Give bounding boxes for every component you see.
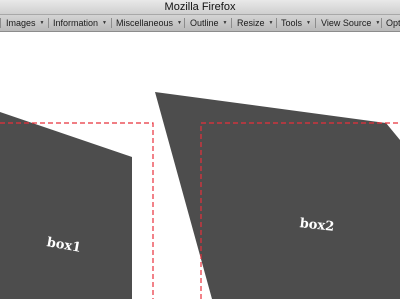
toolbar-menu-resize[interactable]: Resize ▼	[237, 15, 273, 31]
toolbar-menu-label: Miscellaneous	[116, 18, 174, 28]
toolbar-separator	[184, 18, 185, 28]
toolbar-separator	[111, 18, 112, 28]
dropdown-arrow-icon: ▼	[375, 20, 381, 26]
toolbar-menu-label: Information	[53, 18, 99, 28]
toolbar-menu-label: Resize	[237, 18, 265, 28]
browser-window: Mozilla Firefox Images ▼ Information ▼ Mis…	[0, 0, 400, 299]
dropdown-arrow-icon: ▼	[306, 20, 311, 26]
page-canvas: box1 box2	[0, 92, 400, 299]
dropdown-arrow-icon: ▼	[222, 20, 228, 26]
toolbar-menu-label: Outline	[190, 18, 219, 28]
dropdown-arrow-icon: ▼	[177, 20, 182, 26]
toolbar-menu-label: Images	[6, 18, 36, 28]
toolbar-separator	[315, 18, 316, 28]
toolbar-menu-outline[interactable]: Outline ▼	[190, 15, 227, 31]
toolbar-separator	[48, 18, 49, 28]
toolbar-menu-information[interactable]: Information ▼	[53, 15, 107, 31]
toolbar-menu-label: View Source	[321, 18, 372, 28]
toolbar-menu-view-source[interactable]: View Source ▼	[321, 15, 380, 31]
dropdown-arrow-icon: ▼	[102, 20, 107, 26]
page-content: box1 box2	[0, 32, 400, 299]
toolbar-menu-label: Opt	[386, 18, 400, 28]
title-bar: Mozilla Firefox	[0, 0, 400, 15]
box1-shape	[0, 112, 132, 299]
toolbar-menu-options[interactable]: Opt	[386, 15, 400, 31]
window-title: Mozilla Firefox	[164, 1, 236, 13]
toolbar-menu-images[interactable]: Images ▼	[6, 15, 44, 31]
web-developer-toolbar: Images ▼ Information ▼ Miscellaneous ▼ Outl…	[0, 15, 400, 32]
toolbar-menu-tools[interactable]: Tools ▼	[281, 15, 311, 31]
toolbar-separator	[381, 18, 382, 28]
toolbar-separator	[231, 18, 232, 28]
dropdown-arrow-icon: ▼	[39, 20, 45, 26]
toolbar-separator	[276, 18, 277, 28]
toolbar-menu-label: Tools	[281, 18, 303, 28]
toolbar-separator	[0, 18, 1, 28]
dropdown-arrow-icon: ▼	[268, 20, 274, 26]
toolbar-menu-miscellaneous[interactable]: Miscellaneous ▼	[116, 15, 182, 31]
